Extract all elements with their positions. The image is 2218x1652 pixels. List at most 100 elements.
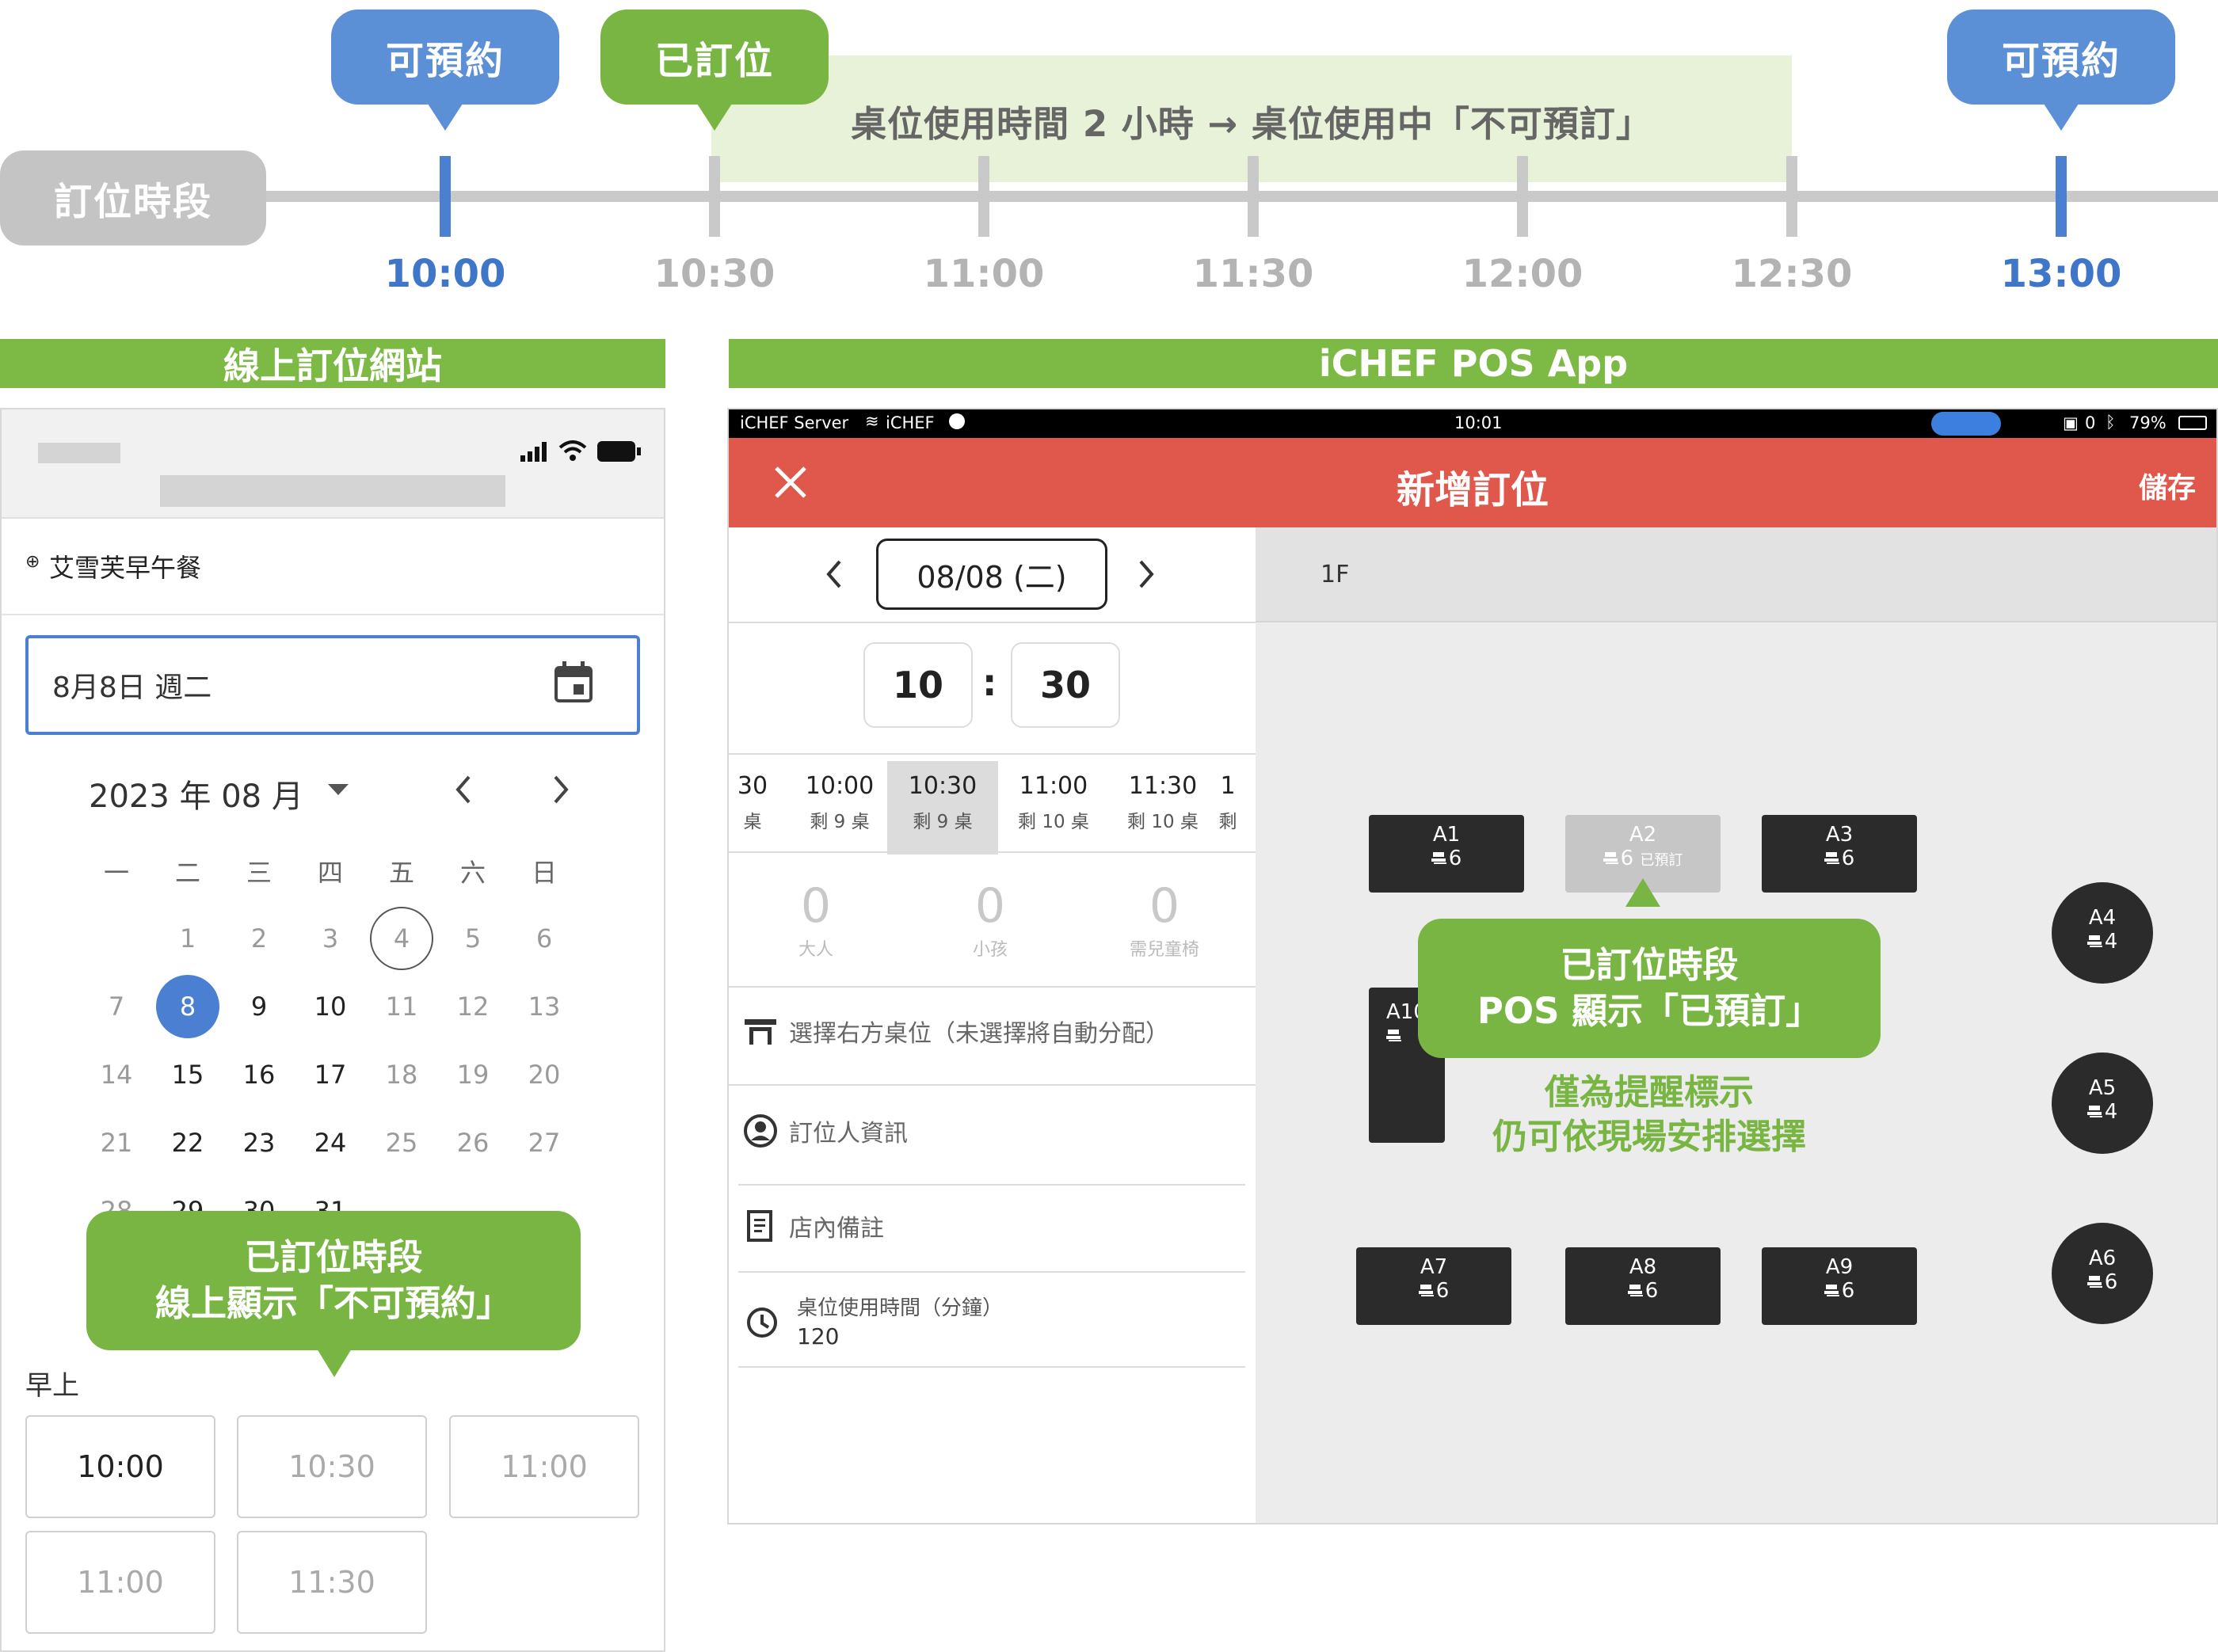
table-a5[interactable]: A5 4 <box>2052 1052 2153 1154</box>
save-button[interactable]: 儲存 <box>2139 465 2196 506</box>
sync-pill <box>1931 412 2001 436</box>
calendar-day[interactable]: 10 <box>295 975 366 1038</box>
calendar-day[interactable]: 9 <box>223 975 295 1038</box>
slot-remaining: 剩 9 桌 <box>810 812 870 832</box>
calendar-day[interactable]: 15 <box>152 1043 223 1106</box>
calendar-day[interactable]: 21 <box>81 1111 152 1174</box>
calendar-day[interactable]: 27 <box>509 1111 580 1174</box>
time-label-1130: 11:30 <box>1192 252 1314 296</box>
table-a8[interactable]: A8 6 <box>1565 1247 1721 1325</box>
clock-icon <box>747 1308 777 1338</box>
store-note-row[interactable]: 店內備註 <box>729 1206 1256 1246</box>
calendar-day[interactable]: 2 <box>223 907 295 970</box>
count-value: 0 <box>974 878 1006 934</box>
tick-1030 <box>709 156 720 237</box>
date-field[interactable]: 8月8日 週二 <box>25 635 640 735</box>
count-label: 小孩 <box>972 940 1008 960</box>
floor-tab[interactable]: 1F <box>1321 561 1349 588</box>
date-selector[interactable]: 08/08 (二) <box>876 539 1107 610</box>
table-name: A6 <box>2088 1247 2117 1270</box>
flag-tail-1030 <box>697 104 732 131</box>
bluetooth-icon: ᛒ <box>2106 413 2116 432</box>
adult-count[interactable]: 0 大人 <box>729 878 903 961</box>
calendar-day[interactable]: 20 <box>509 1043 580 1106</box>
calendar-day[interactable]: 7 <box>81 975 152 1038</box>
slot-time: 11:30 <box>1128 772 1198 800</box>
table-seats: 4 <box>2104 1100 2118 1124</box>
divider <box>729 753 1256 755</box>
table-select-row[interactable]: 選擇右方桌位（未選擇將自動分配） <box>729 1011 1256 1051</box>
weekday-label: 日 <box>531 858 557 888</box>
table-seats: 6 <box>1435 1279 1450 1303</box>
table-a4[interactable]: A4 4 <box>2052 882 2153 984</box>
prev-date-icon[interactable] <box>824 558 843 590</box>
tick-1200 <box>1517 156 1528 237</box>
calendar-day[interactable]: 11 <box>366 975 437 1038</box>
calendar-day[interactable]: 14 <box>81 1043 152 1106</box>
calendar-day-selected[interactable]: 8 <box>152 975 223 1038</box>
calendar-day-today[interactable]: 4 <box>366 907 437 970</box>
slot-remaining: 剩 9 桌 <box>913 812 973 832</box>
calendar-day[interactable]: 22 <box>152 1111 223 1174</box>
time-slot-unavailable[interactable]: 11:00 <box>25 1531 215 1634</box>
chair-icon <box>1386 1029 1401 1044</box>
calendar-day[interactable]: 13 <box>509 975 580 1038</box>
guest-info-row[interactable]: 訂位人資訊 <box>729 1111 1256 1151</box>
divider <box>729 851 1256 853</box>
prev-month-icon[interactable] <box>453 774 472 805</box>
calendar-day[interactable]: 16 <box>223 1043 295 1106</box>
table-usage-text: 桌位使用時間 2 小時 → 桌位使用中「不可預訂」 <box>851 103 1652 145</box>
calendar-day[interactable]: 1 <box>152 907 223 970</box>
next-date-icon[interactable] <box>1138 558 1157 590</box>
child-count[interactable]: 0 小孩 <box>903 878 1077 961</box>
table-a3[interactable]: A3 6 <box>1762 815 1917 893</box>
table-seats: 6 <box>1841 847 1855 870</box>
table-a7[interactable]: A7 6 <box>1356 1247 1511 1325</box>
time-slot[interactable]: 10:00 剩 9 桌 <box>784 761 895 855</box>
next-month-icon[interactable] <box>552 774 571 805</box>
divider <box>729 986 1256 988</box>
calendar-day[interactable]: 3 <box>295 907 366 970</box>
count-value: 0 <box>1149 878 1180 934</box>
calendar-icon[interactable] <box>554 661 593 704</box>
calendar-day[interactable]: 26 <box>437 1111 509 1174</box>
calendar-day[interactable]: 5 <box>437 907 509 970</box>
count-value: 0 <box>800 878 832 934</box>
time-slot-unavailable[interactable]: 10:30 <box>237 1415 427 1518</box>
time-slot-available[interactable]: 10:00 <box>25 1415 215 1518</box>
calendar-day[interactable]: 6 <box>509 907 580 970</box>
table-a9[interactable]: A9 6 <box>1762 1247 1917 1325</box>
time-slot[interactable]: 11:30 剩 10 桌 <box>1107 761 1218 855</box>
time-slot[interactable]: 1剩 <box>1204 761 1252 855</box>
chair-icon <box>1627 1284 1642 1299</box>
calendar-day[interactable]: 18 <box>366 1043 437 1106</box>
tick-1230 <box>1786 156 1797 237</box>
calendar-day[interactable]: 19 <box>437 1043 509 1106</box>
calendar-day[interactable]: 25 <box>366 1111 437 1174</box>
weekday-label: 一 <box>103 858 129 888</box>
calendar-day[interactable]: 17 <box>295 1043 366 1106</box>
hour-input[interactable]: 10 <box>863 642 973 728</box>
divider <box>2 614 664 615</box>
pos-note: 僅為提醒標示 仍可依現場安排選擇 <box>1418 1071 1881 1159</box>
highchair-count[interactable]: 0 需兒童椅 <box>1077 878 1252 961</box>
time-slot-unavailable[interactable]: 11:30 <box>237 1531 427 1634</box>
time-slot[interactable]: 11:00 剩 10 桌 <box>998 761 1109 855</box>
time-slot-selected[interactable]: 10:30 剩 9 桌 <box>887 761 998 855</box>
month-dropdown-icon[interactable] <box>326 782 350 797</box>
calendar-day[interactable]: 23 <box>223 1111 295 1174</box>
time-slot-unavailable[interactable]: 11:00 <box>449 1415 639 1518</box>
ipad-status-bar: iCHEF Server ≋ iCHEF 10:01 ▣ 0 ᛒ 79% <box>729 409 2216 438</box>
table-a6[interactable]: A6 6 <box>2052 1223 2153 1324</box>
table-a1[interactable]: A1 6 <box>1369 815 1524 893</box>
calendar-day[interactable]: 12 <box>437 975 509 1038</box>
duration-value[interactable]: 120 <box>797 1323 839 1349</box>
table-seats: 4 <box>2104 930 2118 954</box>
weekday-label: 五 <box>388 858 414 888</box>
calendar-day[interactable]: 24 <box>295 1111 366 1174</box>
minute-input[interactable]: 30 <box>1011 642 1120 728</box>
wifi-icon <box>558 440 587 461</box>
divider <box>729 622 1256 623</box>
time-label-1200: 12:00 <box>1462 252 1583 296</box>
tick-1100 <box>978 156 989 237</box>
